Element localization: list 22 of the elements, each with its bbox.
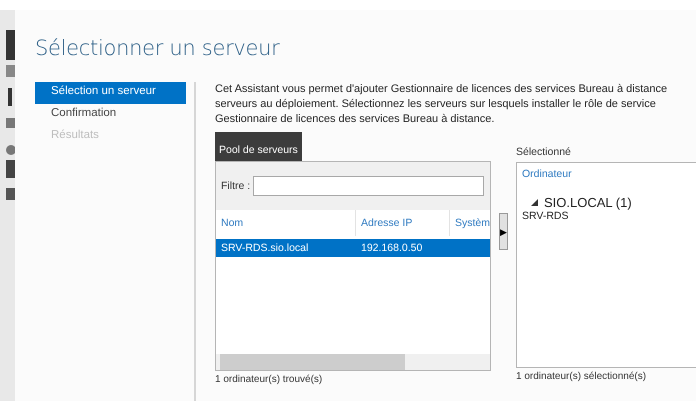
table-cell-text: SRV-RDS.sio.local xyxy=(220,241,310,256)
pool-tab[interactable]: Pool de serveurs xyxy=(215,132,302,161)
computer-name[interactable]: SRV-RDS xyxy=(517,210,568,222)
server-row[interactable]: SRV-RDS.sio.local 192.168.0.50 xyxy=(216,239,490,257)
selected-label: Sélectionné xyxy=(516,146,571,160)
filter-label: Filtre : xyxy=(221,180,250,192)
add-button[interactable]: ▶ xyxy=(499,213,508,250)
group-name: SIO.LOCAL (1) xyxy=(544,195,632,210)
nav-item[interactable]: Sélection un serveur xyxy=(35,82,186,104)
column-header[interactable]: Ordinateur xyxy=(517,163,696,185)
horizontal-scrollbar[interactable] xyxy=(216,354,490,370)
column-header[interactable]: Nom xyxy=(216,210,356,236)
selected-count: 1 ordinateur(s) sélectionné(s) xyxy=(516,371,646,382)
nav-item[interactable]: Confirmation xyxy=(35,104,186,126)
column-header[interactable]: Adresse IP xyxy=(356,210,450,236)
column-header[interactable]: Systèm xyxy=(450,210,490,236)
expanded-triangle-icon[interactable] xyxy=(531,199,538,206)
description-text: Cet Assistant vous permet d'ajouter Gestionnaire de licences des services Bureau à distance serveurs au déploiement. Sélectionnez les serveurs sur lesquels installer le rôle de service Gestionnaire de licences des services Bureau à distance. xyxy=(215,82,668,127)
table-cell-text: 192.168.0.50 xyxy=(360,241,424,256)
found-count: 1 ordinateur(s) trouvé(s) xyxy=(215,374,322,385)
filter-field[interactable] xyxy=(253,176,484,196)
page-title: Sélectionner un serveur xyxy=(35,36,280,60)
